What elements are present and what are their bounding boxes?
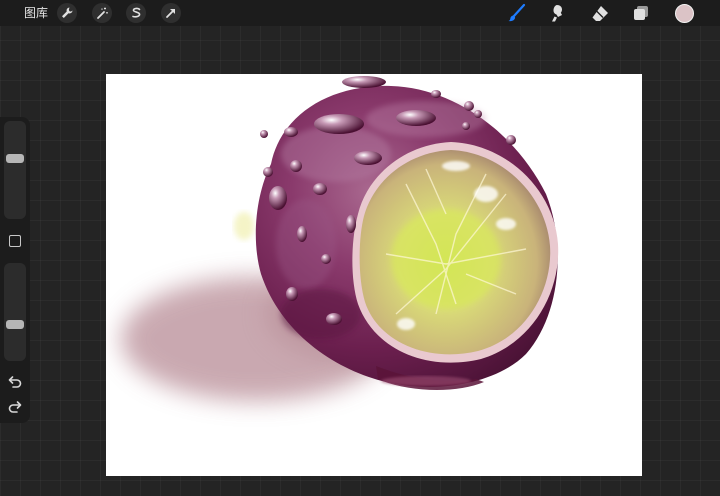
modify-button[interactable] [9, 235, 21, 247]
wrench-icon[interactable] [57, 3, 77, 23]
drawing-canvas[interactable] [106, 74, 642, 476]
top-toolbar: 图库 [0, 0, 720, 26]
brush-size-knob[interactable] [6, 154, 24, 163]
opacity-slider[interactable] [4, 263, 26, 361]
undo-icon[interactable] [7, 375, 23, 389]
grape-artwork [121, 76, 559, 401]
redo-icon[interactable] [7, 400, 23, 414]
brush-size-slider[interactable] [4, 121, 26, 219]
color-swatch[interactable] [675, 4, 694, 23]
transform-arrow-icon[interactable] [161, 3, 181, 23]
brush-icon[interactable] [506, 3, 528, 23]
layers-icon[interactable] [630, 3, 652, 23]
opacity-knob[interactable] [6, 320, 24, 329]
selection-icon[interactable] [126, 3, 146, 23]
left-sidebar [0, 117, 30, 423]
gallery-button[interactable]: 图库 [24, 6, 48, 20]
eraser-icon[interactable] [589, 3, 611, 23]
magic-wand-icon[interactable] [92, 3, 112, 23]
smudge-icon[interactable] [547, 3, 569, 23]
